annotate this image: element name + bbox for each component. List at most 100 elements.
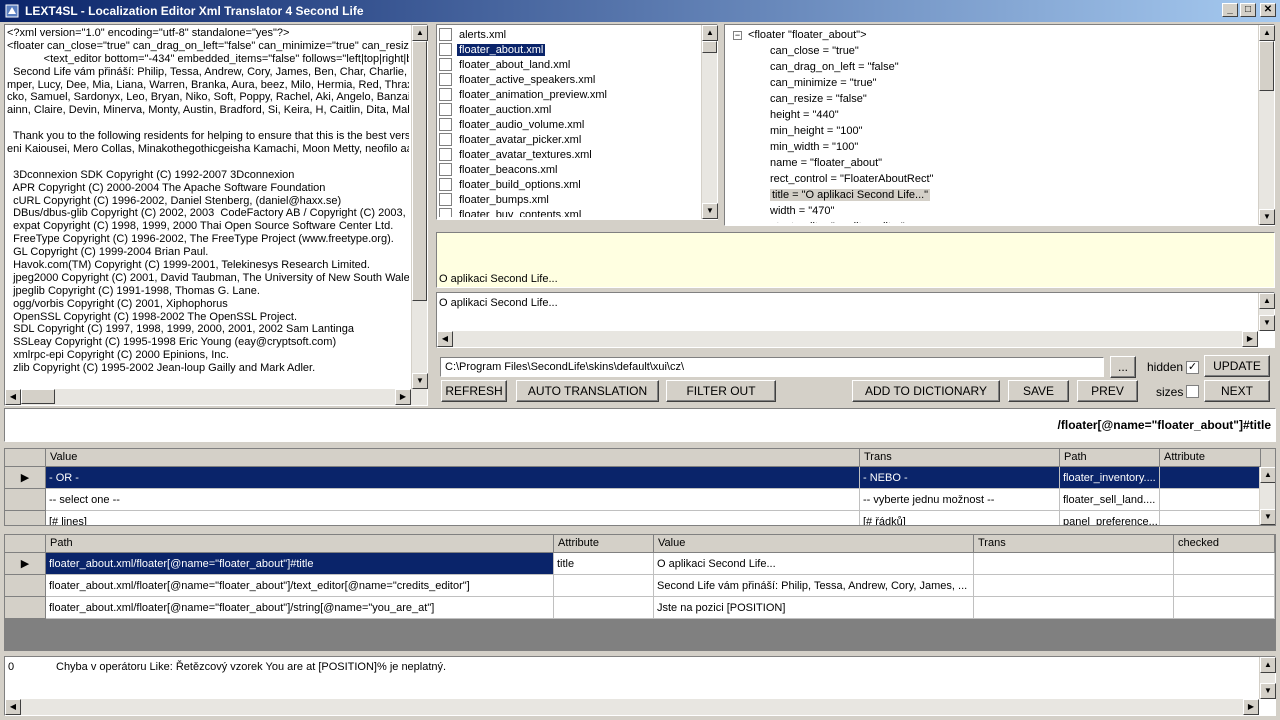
file-checkbox[interactable]: [439, 208, 452, 217]
scroll-left-arrow-icon[interactable]: ◀: [5, 699, 21, 715]
file-item[interactable]: alerts.xml: [439, 27, 699, 42]
save-button[interactable]: SAVE: [1008, 380, 1069, 402]
dictionary-scrollbar[interactable]: ▲ ▼: [1259, 467, 1275, 525]
tree-attribute[interactable]: can_resize = "false": [727, 91, 1256, 107]
file-name[interactable]: floater_animation_preview.xml: [457, 89, 609, 101]
file-item[interactable]: floater_audio_volume.xml: [439, 117, 699, 132]
file-checkbox[interactable]: [439, 133, 452, 146]
scroll-down-arrow-icon[interactable]: ▼: [702, 203, 718, 219]
entries-column-path[interactable]: Path: [46, 535, 554, 553]
file-name[interactable]: floater_build_options.xml: [457, 179, 583, 191]
tree-scrollbar[interactable]: ▲ ▼: [1258, 25, 1275, 225]
entries-cell-checked[interactable]: [1174, 575, 1275, 597]
tree-node-label[interactable]: <text_editor "credits_editor">: [770, 221, 911, 223]
file-item[interactable]: floater_animation_preview.xml: [439, 87, 699, 102]
row-pointer-icon[interactable]: [5, 597, 46, 619]
scroll-down-arrow-icon[interactable]: ▼: [1260, 509, 1275, 525]
prev-button[interactable]: PREV: [1077, 380, 1138, 402]
xml-source-panel[interactable]: <?xml version="1.0" encoding="utf-8" sta…: [4, 24, 428, 406]
scroll-thumb[interactable]: [412, 41, 427, 301]
dictionary-cell-path[interactable]: floater_inventory....: [1060, 467, 1160, 489]
translation-input[interactable]: O aplikaci Second Life...: [439, 297, 558, 309]
file-item[interactable]: floater_about.xml: [439, 42, 699, 57]
tree-attribute[interactable]: name = "floater_about": [727, 155, 1256, 171]
file-checkbox[interactable]: [439, 73, 452, 86]
file-name[interactable]: floater_audio_volume.xml: [457, 119, 586, 131]
collapse-icon[interactable]: −: [733, 30, 742, 40]
tree-attribute[interactable]: height = "440": [727, 107, 1256, 123]
add-to-dictionary-button[interactable]: ADD TO DICTIONARY: [852, 380, 1000, 402]
dictionary-cell-trans[interactable]: [# řádků]: [860, 511, 1060, 525]
scroll-right-arrow-icon[interactable]: ▶: [1242, 331, 1258, 347]
title-bar[interactable]: LEXT4SL - Localization Editor Xml Transl…: [0, 0, 1280, 22]
entries-cell-trans[interactable]: [974, 553, 1174, 575]
file-item[interactable]: floater_active_speakers.xml: [439, 72, 699, 87]
hidden-checkbox[interactable]: ✓: [1186, 361, 1199, 374]
entries-grid[interactable]: Path Attribute Value Trans checked ▶ floater_…: [4, 534, 1276, 651]
file-name[interactable]: alerts.xml: [457, 29, 508, 41]
dictionary-grid[interactable]: Value Trans Path Attribute ▶ - OR -- NEBO -f…: [4, 448, 1276, 526]
dictionary-cell-path[interactable]: panel_preference...: [1060, 511, 1160, 525]
close-button[interactable]: ✕: [1260, 3, 1276, 17]
tree-attribute[interactable]: can_minimize = "true": [727, 75, 1256, 91]
dictionary-column-trans[interactable]: Trans: [860, 449, 1060, 467]
file-item[interactable]: floater_bumps.xml: [439, 192, 699, 207]
next-button[interactable]: NEXT: [1204, 380, 1270, 402]
file-list-panel[interactable]: alerts.xml floater_about.xml floater_about…: [436, 24, 718, 220]
scroll-down-arrow-icon[interactable]: ▼: [1259, 315, 1275, 331]
entries-row[interactable]: ▶ floater_about.xml/floater[@name="floate…: [5, 553, 1275, 575]
tree-attribute-label[interactable]: rect_control = "FloaterAboutRect": [770, 173, 933, 185]
entries-cell-value[interactable]: Second Life vám přináší: Philip, Tessa, …: [654, 575, 974, 597]
scroll-thumb[interactable]: [702, 41, 717, 53]
entries-row[interactable]: floater_about.xml/floater[@name="floater…: [5, 575, 1275, 597]
update-button[interactable]: UPDATE: [1204, 355, 1270, 377]
file-item[interactable]: floater_avatar_textures.xml: [439, 147, 699, 162]
dictionary-column-value[interactable]: Value: [46, 449, 860, 467]
file-list-scrollbar[interactable]: ▲ ▼: [701, 25, 718, 219]
translation-edit-panel[interactable]: O aplikaci Second Life... ▲ ▼ ◀ ▶: [436, 292, 1275, 348]
filter-out-button[interactable]: FILTER OUT: [666, 380, 776, 402]
tree-attribute[interactable]: can_close = "true": [727, 43, 1256, 59]
tree-attribute[interactable]: rect_control = "FloaterAboutRect": [727, 171, 1256, 187]
file-name[interactable]: floater_avatar_picker.xml: [457, 134, 583, 146]
xml-tree-panel[interactable]: − <floater "floater_about"> can_close = "t…: [724, 24, 1275, 226]
tree-attribute-label[interactable]: min_height = "100": [770, 125, 863, 137]
tree-attribute-label[interactable]: can_minimize = "true": [770, 77, 877, 89]
xml-source-text[interactable]: <?xml version="1.0" encoding="utf-8" sta…: [7, 27, 409, 387]
entries-cell-checked[interactable]: [1174, 553, 1275, 575]
entries-cell-checked[interactable]: [1174, 597, 1275, 619]
entries-cell-path[interactable]: floater_about.xml/floater[@name="floater…: [46, 597, 554, 619]
scroll-up-arrow-icon[interactable]: ▲: [1260, 467, 1275, 483]
scroll-up-arrow-icon[interactable]: ▲: [1260, 657, 1276, 673]
tree-attribute-label[interactable]: width = "470": [770, 205, 834, 217]
scroll-down-arrow-icon[interactable]: ▼: [412, 373, 428, 389]
scroll-down-arrow-icon[interactable]: ▼: [1259, 209, 1275, 225]
scroll-right-arrow-icon[interactable]: ▶: [1243, 699, 1259, 715]
translation-horizontal-scrollbar[interactable]: ◀ ▶: [437, 331, 1258, 347]
entries-column-value[interactable]: Value: [654, 535, 974, 553]
auto-translation-button[interactable]: AUTO TRANSLATION: [516, 380, 659, 402]
xml-vertical-scrollbar[interactable]: ▲ ▼: [411, 25, 428, 389]
scroll-thumb[interactable]: [1259, 41, 1274, 91]
dictionary-cell-trans[interactable]: -- vyberte jednu možnost --: [860, 489, 1060, 511]
dictionary-cell-value[interactable]: - OR -: [46, 467, 860, 489]
browse-button[interactable]: ...: [1110, 356, 1136, 378]
entries-cell-attribute[interactable]: [554, 597, 654, 619]
tree-node-floater[interactable]: − <floater "floater_about">: [727, 27, 1256, 43]
minimize-button[interactable]: _: [1222, 3, 1238, 17]
scroll-thumb[interactable]: [21, 389, 55, 404]
entries-column-attribute[interactable]: Attribute: [554, 535, 654, 553]
entries-row[interactable]: floater_about.xml/floater[@name="floater…: [5, 597, 1275, 619]
entries-cell-path[interactable]: floater_about.xml/floater[@name="floater…: [46, 575, 554, 597]
scroll-up-arrow-icon[interactable]: ▲: [1259, 293, 1275, 309]
tree-attribute-label[interactable]: name = "floater_about": [770, 157, 882, 169]
row-pointer-icon[interactable]: [5, 575, 46, 597]
file-item[interactable]: floater_buy_contents.xml: [439, 207, 699, 217]
tree-attribute[interactable]: title = "O aplikaci Second Life...": [727, 187, 1256, 203]
sizes-checkbox[interactable]: [1186, 385, 1199, 398]
tree-attribute-label[interactable]: min_width = "100": [770, 141, 858, 153]
file-item[interactable]: floater_auction.xml: [439, 102, 699, 117]
xml-horizontal-scrollbar[interactable]: ◀ ▶: [5, 389, 427, 405]
file-name[interactable]: floater_auction.xml: [457, 104, 553, 116]
expand-icon[interactable]: +: [755, 222, 764, 223]
